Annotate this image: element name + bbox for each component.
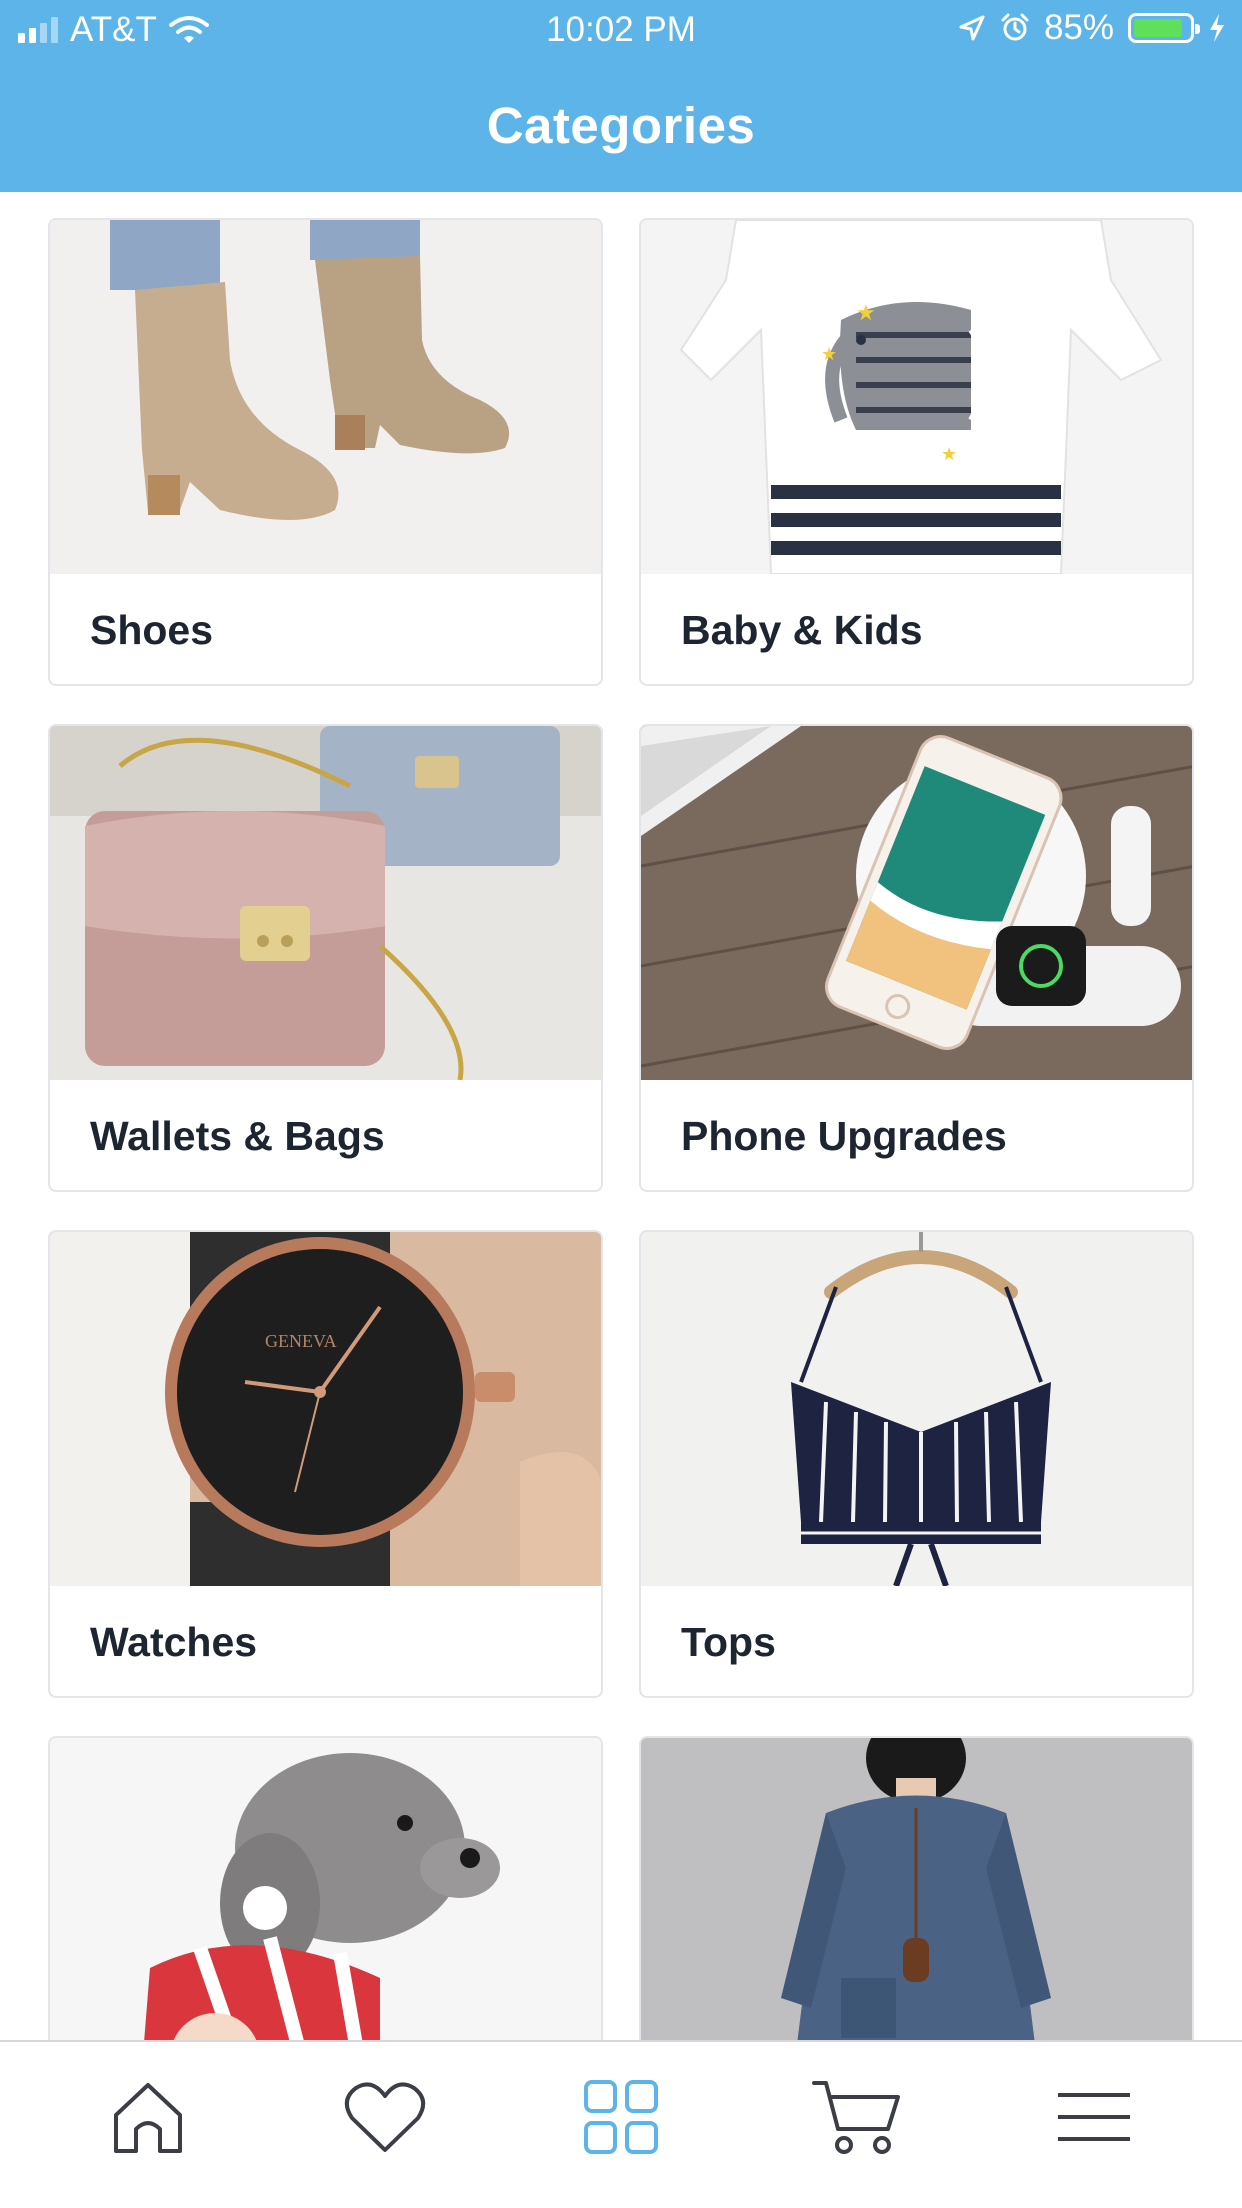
category-label-phone-upgrades: Phone Upgrades [681,1112,1007,1159]
category-grid: Shoes ★ ★ ★ Baby & Kids Wallets & Bags P… [48,218,1194,2204]
bottom-tab-bar [0,2040,1242,2208]
categories-screen: AT&T 10:02 PM 85% Categories Shoes ★ ★ ★… [0,0,1242,2208]
category-card-baby-kids[interactable]: ★ ★ ★ Baby & Kids [639,218,1194,686]
shoes-image [50,220,601,574]
category-label-tops: Tops [681,1618,776,1665]
tab-categories[interactable] [566,2062,676,2172]
category-card-phone-upgrades[interactable]: Phone Upgrades [639,724,1194,1192]
cart-icon [812,2081,901,2154]
svg-text:★: ★ [821,344,837,364]
category-card-watches[interactable]: GENEVA Watches [48,1230,603,1698]
category-card-wallets-bags[interactable]: Wallets & Bags [48,724,603,1192]
tab-menu[interactable] [1039,2062,1149,2172]
status-right: 85% [958,8,1226,48]
category-card-tops[interactable]: Tops [639,1230,1194,1698]
category-card-shoes[interactable]: Shoes [48,218,603,686]
wallets-bags-image [50,726,601,1080]
heart-icon [344,2082,425,2152]
phone-upgrades-image [641,726,1192,1080]
watches-image: GENEVA [50,1232,601,1586]
dresses-image [641,1738,1192,2092]
category-label-watches: Watches [90,1618,258,1665]
svg-text:★: ★ [941,444,957,464]
category-label-baby-kids: Baby & Kids [681,606,923,653]
menu-icon [1057,2093,1130,2141]
tab-wishlist[interactable] [330,2062,440,2172]
pets-image [50,1738,601,2092]
location-arrow-icon [959,15,985,41]
grid-icon [583,2080,658,2154]
baby-kids-image: ★ ★ ★ [641,220,1192,574]
status-bar: AT&T 10:02 PM 85% [0,0,1242,62]
battery-icon [1128,13,1200,43]
charging-bolt-icon [1210,14,1224,42]
tab-home[interactable] [93,2062,203,2172]
battery-percent: 85% [1043,8,1114,47]
home-icon [114,2083,183,2153]
svg-text:GENEVA: GENEVA [265,1331,337,1351]
page-title: Categories [486,97,756,154]
category-label-shoes: Shoes [90,606,214,653]
tab-cart[interactable] [802,2062,912,2172]
alarm-clock-icon [1001,13,1029,41]
svg-text:★: ★ [856,300,876,325]
category-label-wallets-bags: Wallets & Bags [90,1112,385,1159]
top-bar: AT&T 10:02 PM 85% Categories [0,0,1242,192]
tops-image [641,1232,1192,1586]
